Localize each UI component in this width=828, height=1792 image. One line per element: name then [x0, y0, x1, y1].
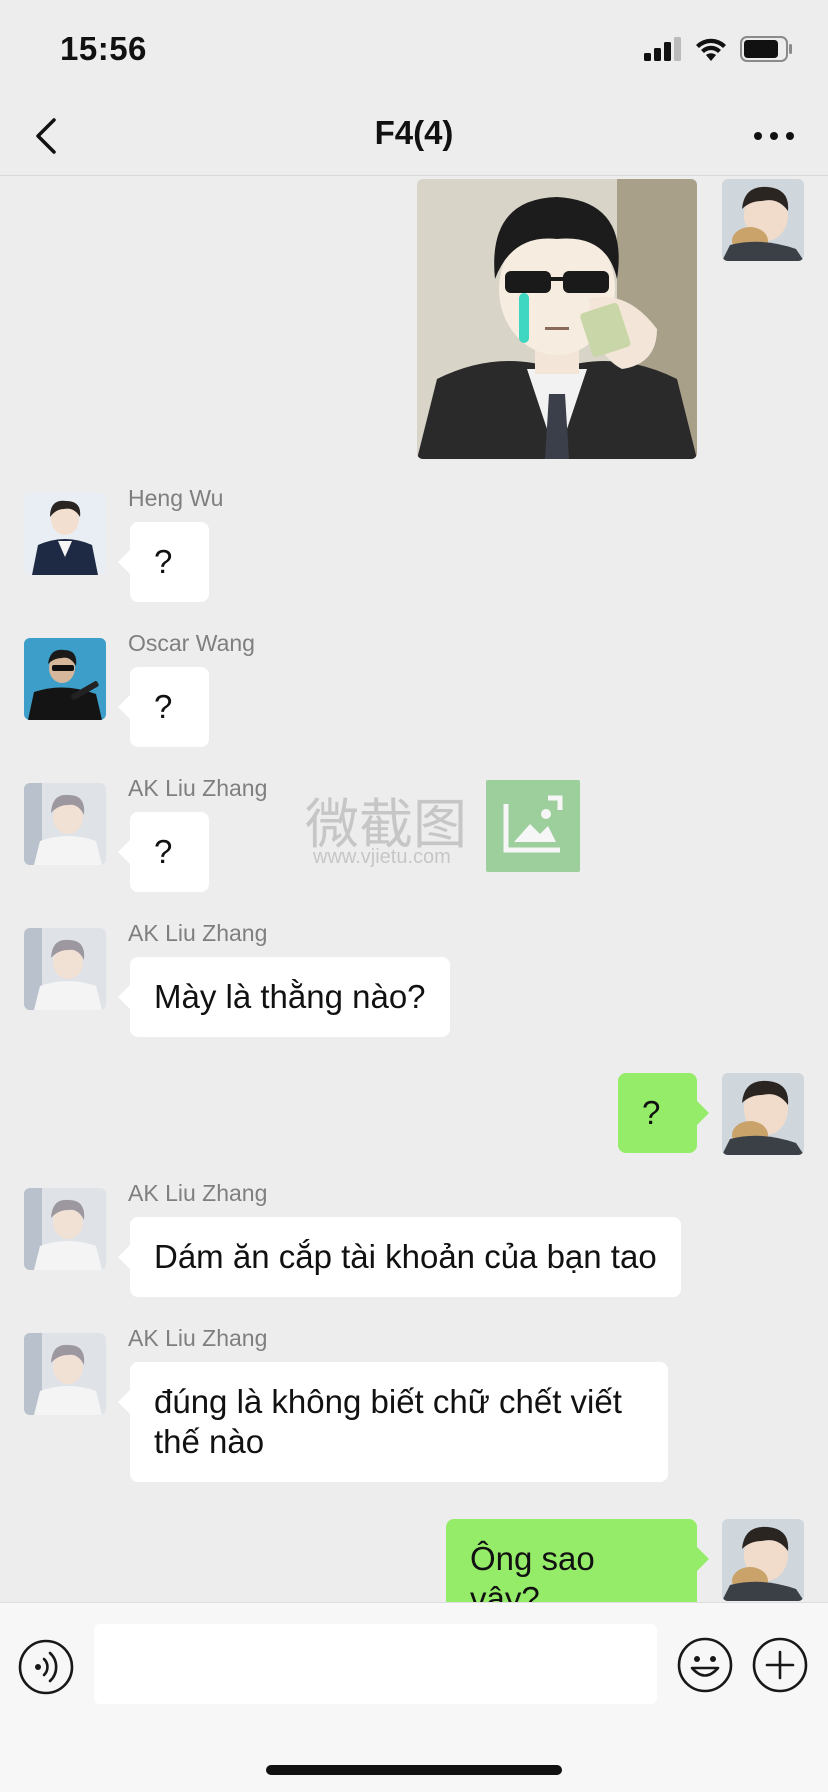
plus-icon[interactable] — [752, 1637, 808, 1693]
message-text: ? — [642, 1094, 661, 1131]
home-indicator[interactable] — [266, 1765, 562, 1775]
avatar-self[interactable] — [722, 1519, 804, 1601]
cellular-signal-icon — [644, 37, 681, 61]
status-time: 15:56 — [60, 30, 147, 67]
sticker-image[interactable] — [417, 179, 697, 459]
message-bubble[interactable]: ? — [118, 522, 209, 602]
status-bar: 15:56 — [0, 0, 828, 96]
message-text: ? — [154, 543, 173, 580]
message-text-input[interactable] — [94, 1624, 657, 1704]
avatar-self[interactable] — [722, 179, 804, 261]
battery-icon — [740, 36, 792, 62]
avatar-ak-liu-zhang[interactable] — [24, 1333, 106, 1415]
more-dots-icon[interactable] — [750, 116, 798, 156]
navigation-bar: F4(4) — [0, 96, 828, 176]
message-bubble-outgoing[interactable]: ? — [618, 1073, 709, 1153]
watermark: 微截图 www.vjietu.com — [305, 780, 580, 872]
sender-name: AK Liu Zhang — [128, 1325, 268, 1351]
message-bubble[interactable]: Mày là thằng nào? — [118, 957, 450, 1037]
message-text: Dám ăn cắp tài khoản của bạn tao — [154, 1238, 657, 1275]
message-text: Ông sao vậy? — [470, 1540, 595, 1602]
wifi-icon — [696, 38, 726, 61]
chat-title: F4(4) — [374, 114, 454, 151]
sender-name: AK Liu Zhang — [128, 775, 268, 801]
message-text: ? — [154, 833, 173, 870]
sender-name: Heng Wu — [128, 485, 224, 511]
watermark-url: www.vjietu.com — [313, 846, 451, 868]
avatar-self[interactable] — [722, 1073, 804, 1155]
avatar-oscar-wang[interactable] — [24, 638, 106, 720]
message-bubble-outgoing[interactable]: Ông sao vậy? — [446, 1519, 709, 1602]
avatar-ak-liu-zhang[interactable] — [24, 928, 106, 1010]
avatar-ak-liu-zhang[interactable] — [24, 1188, 106, 1270]
message-text: Mày là thằng nào? — [154, 978, 426, 1015]
status-icons — [644, 34, 794, 64]
emoji-icon[interactable] — [677, 1637, 733, 1693]
chat-message-list[interactable]: Heng Wu ? Oscar Wang ? AK Liu Zhang ? 微截… — [0, 177, 828, 1602]
message-bubble[interactable]: Dám ăn cắp tài khoản của bạn tao — [118, 1217, 681, 1297]
voice-icon[interactable] — [18, 1639, 74, 1695]
message-bubble[interactable]: ? — [118, 667, 209, 747]
message-bubble[interactable]: đúng là không biết chữ chết viết thế nào — [118, 1362, 668, 1482]
sender-name: AK Liu Zhang — [128, 920, 268, 946]
message-text: ? — [154, 688, 173, 725]
message-input-bar — [0, 1602, 828, 1792]
sender-name: Oscar Wang — [128, 630, 255, 656]
watermark-image-icon — [486, 780, 580, 872]
sender-name: AK Liu Zhang — [128, 1180, 268, 1206]
avatar-ak-liu-zhang[interactable] — [24, 783, 106, 865]
message-text: đúng là không biết chữ chết viết thế nào — [154, 1383, 622, 1460]
message-bubble[interactable]: ? — [118, 812, 209, 892]
avatar-heng-wu[interactable] — [24, 493, 106, 575]
